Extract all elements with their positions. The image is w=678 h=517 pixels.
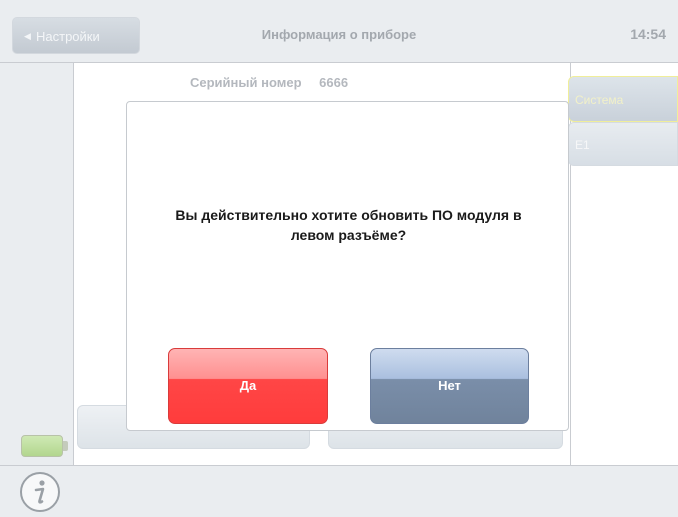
battery-icon <box>21 435 63 457</box>
no-button[interactable]: Нет <box>370 348 529 424</box>
serial-number-label: Серийный номер <box>190 75 302 90</box>
left-panel <box>0 63 74 465</box>
battery-tip <box>63 441 68 451</box>
tab-e1-label: E1 <box>575 138 590 152</box>
tab-system[interactable]: Система <box>568 76 678 122</box>
tab-system-label: Система <box>575 93 624 107</box>
dialog-message: Вы действительно хотите обновить ПО моду… <box>175 207 522 243</box>
confirm-dialog: Вы действительно хотите обновить ПО моду… <box>126 101 569 431</box>
serial-number-row: Серийный номер 6666 <box>190 75 348 90</box>
page-title: Информация о приборе <box>261 27 417 42</box>
serial-number-value: 6666 <box>319 75 349 90</box>
info-icon[interactable] <box>19 471 61 513</box>
yes-button[interactable]: Да <box>168 348 328 424</box>
bottom-bar <box>0 465 678 517</box>
clock: 14:54 <box>630 26 666 42</box>
tab-e1[interactable]: E1 <box>568 122 678 166</box>
header-bar: ◀ Настройки Информация о приборе 14:54 <box>0 0 678 63</box>
